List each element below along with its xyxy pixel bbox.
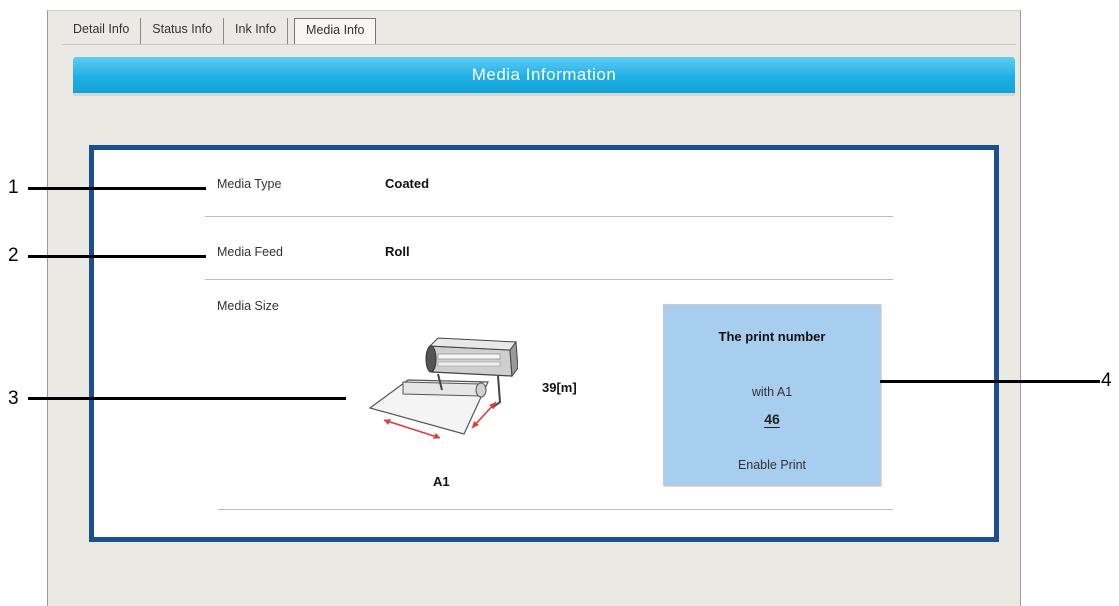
- callout-number-4: 4: [1101, 370, 1112, 391]
- print-number-value: 46: [764, 411, 780, 427]
- callout-number-2: 2: [8, 245, 19, 266]
- remaining-length: 39[m]: [542, 380, 577, 395]
- tab-detail-info[interactable]: Detail Info: [62, 18, 142, 44]
- print-number-title: The print number: [718, 329, 826, 344]
- print-number-box: The print number with A1 46 Enable Print: [663, 304, 881, 486]
- media-size-label: Media Size: [217, 299, 279, 313]
- row-divider: [205, 279, 893, 280]
- media-feed-value: Roll: [385, 244, 410, 259]
- callout-line-2: [28, 255, 206, 258]
- roll-printer-icon: [368, 337, 518, 439]
- media-type-value: Coated: [385, 176, 430, 191]
- section-header: Media Information: [73, 57, 1015, 93]
- tab-divider: [62, 44, 1016, 45]
- callout-number-1: 1: [8, 177, 19, 198]
- enable-print-label: Enable Print: [737, 458, 807, 472]
- section-title: Media Information: [471, 65, 617, 84]
- callout-line-1: [28, 187, 206, 190]
- header-shadow: [73, 93, 1015, 96]
- callout-line-3: [28, 397, 346, 400]
- tab-ink-info[interactable]: Ink Info: [224, 18, 289, 44]
- row-divider: [205, 216, 893, 217]
- tab-status-info[interactable]: Status Info: [141, 18, 225, 44]
- callout-number-3: 3: [8, 388, 19, 409]
- tab-media-info[interactable]: Media Info: [294, 18, 377, 44]
- media-size-value: A1: [433, 474, 450, 489]
- tab-strip: Detail Info Status Info Ink Info Media I…: [62, 18, 377, 44]
- media-type-label: Media Type: [217, 177, 282, 191]
- row-divider: [218, 509, 893, 510]
- print-size-label: with A1: [751, 385, 793, 399]
- callout-line-4: [880, 380, 1100, 383]
- media-feed-label: Media Feed: [217, 245, 284, 259]
